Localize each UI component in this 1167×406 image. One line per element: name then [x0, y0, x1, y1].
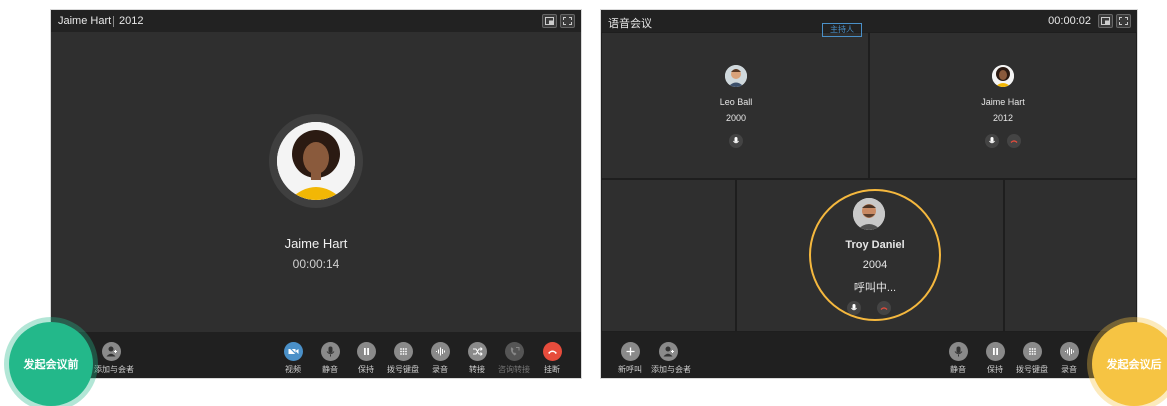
conference-timer: 00:00:02: [1048, 15, 1091, 27]
participant-avatar: [725, 65, 747, 87]
conference-controls-bar: 新呼叫 添加与会者 静音 保持 拨号键盘 录音: [601, 332, 1137, 378]
add-participant-label: 添加与会者: [94, 365, 134, 374]
dialpad-icon: [399, 348, 407, 355]
add-participant-button[interactable]: 添加与会者: [651, 342, 691, 375]
transfer-label: 转接: [469, 365, 485, 374]
participant-hangup-button[interactable]: [877, 301, 891, 315]
record-label: 录音: [432, 365, 448, 374]
microphone-icon: [954, 346, 962, 357]
conference-title: 语音会议: [608, 18, 652, 30]
microphone-icon: [851, 304, 857, 311]
plus-icon: [626, 347, 634, 356]
hangup-icon: [1010, 140, 1018, 143]
mute-label: 静音: [950, 365, 966, 374]
keypad-button[interactable]: 拨号键盘: [386, 342, 420, 375]
participant-ext: 2000: [725, 113, 747, 123]
after-conference-label: 发起会议后: [1106, 359, 1162, 371]
microphone-icon: [326, 346, 334, 357]
call-controls-bar: 添加与会者 视频 静音 保持 拨号键盘 录音 转接 咨询转接 挂断: [51, 332, 581, 378]
shuffle-icon: [472, 347, 483, 356]
add-user-icon: [663, 346, 674, 357]
mute-button[interactable]: 静音: [941, 342, 975, 375]
fullscreen-button[interactable]: [560, 14, 575, 28]
person-avatar-icon: [725, 65, 747, 87]
participant-avatar: [853, 198, 885, 230]
hold-button[interactable]: 保持: [349, 342, 383, 375]
add-participant-label: 添加与会者: [651, 365, 691, 374]
add-participant-button[interactable]: 添加与会者: [94, 342, 134, 375]
video-off-icon: [288, 346, 298, 357]
participant-mute-button[interactable]: [847, 301, 861, 315]
mute-label: 静音: [322, 365, 338, 374]
record-button[interactable]: 录音: [1052, 342, 1086, 375]
host-tag: 主持人: [822, 23, 862, 37]
person-avatar-icon: [992, 65, 1014, 87]
microphone-icon: [989, 137, 995, 144]
keypad-label: 拨号键盘: [1016, 365, 1048, 374]
title-caller-ext: 2012: [119, 15, 144, 27]
attended-transfer-label: 咨询转接: [498, 365, 530, 374]
hangup-icon: [880, 307, 888, 310]
new-call-button[interactable]: 新呼叫: [613, 342, 647, 375]
picture-in-picture-button[interactable]: [1098, 14, 1113, 28]
caller-avatar: [269, 114, 363, 208]
record-button[interactable]: 录音: [423, 342, 457, 375]
hold-button[interactable]: 保持: [978, 342, 1012, 375]
title-bar: 语音会议 00:00:02: [601, 10, 1137, 32]
add-user-icon: [106, 346, 117, 357]
hangup-icon: [547, 350, 557, 354]
video-label: 视频: [285, 365, 301, 374]
hangup-label: 挂断: [544, 365, 560, 374]
hold-label: 保持: [987, 365, 1003, 374]
conference-window-after: 语音会议 00:00:02 主持人 Leo Ball 2000 Jaime Ha…: [601, 10, 1137, 378]
participant-mute-button[interactable]: [985, 134, 999, 148]
transfer-button[interactable]: 转接: [460, 342, 494, 375]
video-button[interactable]: 视频: [276, 342, 310, 375]
empty-tile: [601, 179, 736, 332]
hold-label: 保持: [358, 365, 374, 374]
person-avatar-icon: [277, 122, 355, 200]
waveform-icon: [435, 347, 445, 356]
call-timer: 00:00:14: [292, 257, 340, 271]
title-bar: Jaime Hart 2012: [51, 10, 581, 32]
participant-avatar: [992, 65, 1014, 87]
microphone-icon: [733, 137, 739, 144]
phone-forward-icon: [510, 347, 519, 356]
new-call-label: 新呼叫: [618, 365, 642, 374]
dialpad-icon: [1028, 348, 1036, 355]
mute-button[interactable]: 静音: [313, 342, 347, 375]
empty-tile: [1004, 179, 1137, 332]
participant-name: Jaime Hart: [981, 97, 1025, 107]
hangup-button[interactable]: 挂断: [535, 342, 569, 375]
person-avatar-icon: [853, 198, 885, 230]
attended-transfer-button[interactable]: 咨询转接: [497, 342, 531, 375]
after-conference-badge: 发起会议后: [1092, 322, 1167, 406]
waveform-icon: [1064, 347, 1074, 356]
record-label: 录音: [1061, 365, 1077, 374]
participant-name: Leo Ball: [719, 97, 753, 107]
participant-mute-button[interactable]: [729, 134, 743, 148]
caller-name: Jaime Hart: [284, 236, 348, 251]
keypad-button[interactable]: 拨号键盘: [1015, 342, 1049, 375]
participant-name: Troy Daniel: [845, 239, 905, 251]
participant-ext: 2004: [862, 259, 888, 271]
before-conference-label: 发起会议前: [23, 359, 79, 371]
title-caller-name: Jaime Hart: [58, 15, 112, 27]
picture-in-picture-button[interactable]: [542, 14, 557, 28]
pause-icon: [992, 348, 998, 355]
before-conference-badge: 发起会议前: [9, 322, 93, 406]
participant-status: 呼叫中...: [853, 282, 897, 294]
keypad-label: 拨号键盘: [387, 365, 419, 374]
participant-ext: 2012: [992, 113, 1014, 123]
pause-icon: [363, 348, 369, 355]
call-window-before: Jaime Hart 2012 Jaime Hart 00:00:14 添加与会…: [51, 10, 581, 378]
title-separator: [113, 16, 114, 27]
fullscreen-button[interactable]: [1116, 14, 1131, 28]
participant-hangup-button[interactable]: [1007, 134, 1021, 148]
